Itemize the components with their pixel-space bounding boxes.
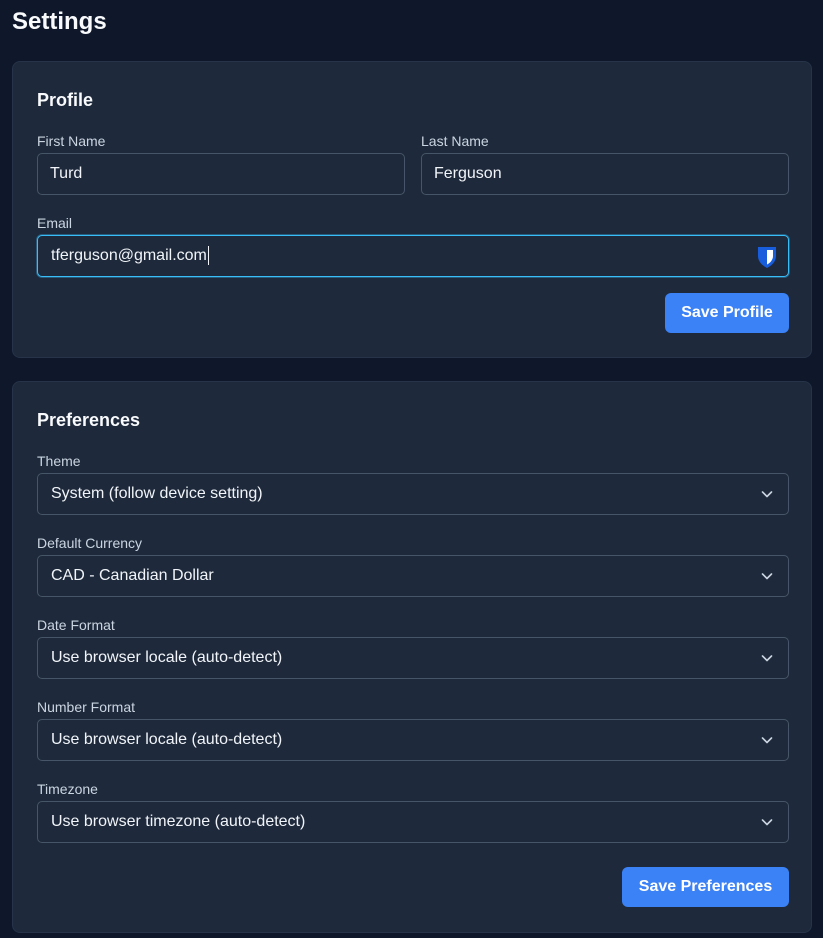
- number-format-select-value: Use browser locale (auto-detect): [51, 731, 283, 748]
- shield-icon[interactable]: [756, 245, 778, 269]
- theme-select[interactable]: System (follow device setting): [37, 473, 789, 515]
- chevron-down-icon: [761, 819, 773, 826]
- profile-card: Profile First Name Last Name Email tferg…: [12, 61, 812, 358]
- email-input-value: tferguson@gmail.com: [51, 247, 207, 264]
- number-format-label: Number Format: [37, 699, 136, 715]
- first-name-label: First Name: [37, 133, 106, 149]
- chevron-down-icon: [761, 491, 773, 498]
- preferences-title: Preferences: [37, 410, 141, 430]
- chevron-down-icon: [761, 737, 773, 744]
- email-input-value-wrap: tferguson@gmail.com: [51, 236, 209, 276]
- date-format-label: Date Format: [37, 617, 115, 633]
- email-label: Email: [37, 215, 73, 231]
- profile-title: Profile: [37, 90, 94, 110]
- last-name-label: Last Name: [421, 133, 489, 149]
- last-name-input[interactable]: [421, 153, 789, 195]
- date-format-select[interactable]: Use browser locale (auto-detect): [37, 637, 789, 679]
- number-format-select[interactable]: Use browser locale (auto-detect): [37, 719, 789, 761]
- chevron-down-icon: [761, 655, 773, 662]
- timezone-label: Timezone: [37, 781, 98, 797]
- theme-label: Theme: [37, 453, 81, 469]
- save-profile-button[interactable]: Save Profile: [665, 293, 789, 333]
- currency-select[interactable]: CAD - Canadian Dollar: [37, 555, 789, 597]
- theme-select-value: System (follow device setting): [51, 485, 263, 502]
- email-input[interactable]: tferguson@gmail.com: [37, 235, 789, 277]
- save-preferences-button[interactable]: Save Preferences: [622, 867, 789, 907]
- preferences-card: Preferences Theme System (follow device …: [12, 381, 812, 933]
- page-title: Settings: [12, 8, 107, 35]
- date-format-select-value: Use browser locale (auto-detect): [51, 649, 283, 666]
- currency-label: Default Currency: [37, 535, 143, 551]
- currency-select-value: CAD - Canadian Dollar: [51, 567, 214, 584]
- timezone-select-value: Use browser timezone (auto-detect): [51, 813, 306, 830]
- text-caret: [207, 246, 209, 266]
- first-name-input[interactable]: [37, 153, 405, 195]
- settings-page: Settings Profile First Name Last Name Em…: [0, 0, 823, 938]
- chevron-down-icon: [761, 573, 773, 580]
- timezone-select[interactable]: Use browser timezone (auto-detect): [37, 801, 789, 843]
